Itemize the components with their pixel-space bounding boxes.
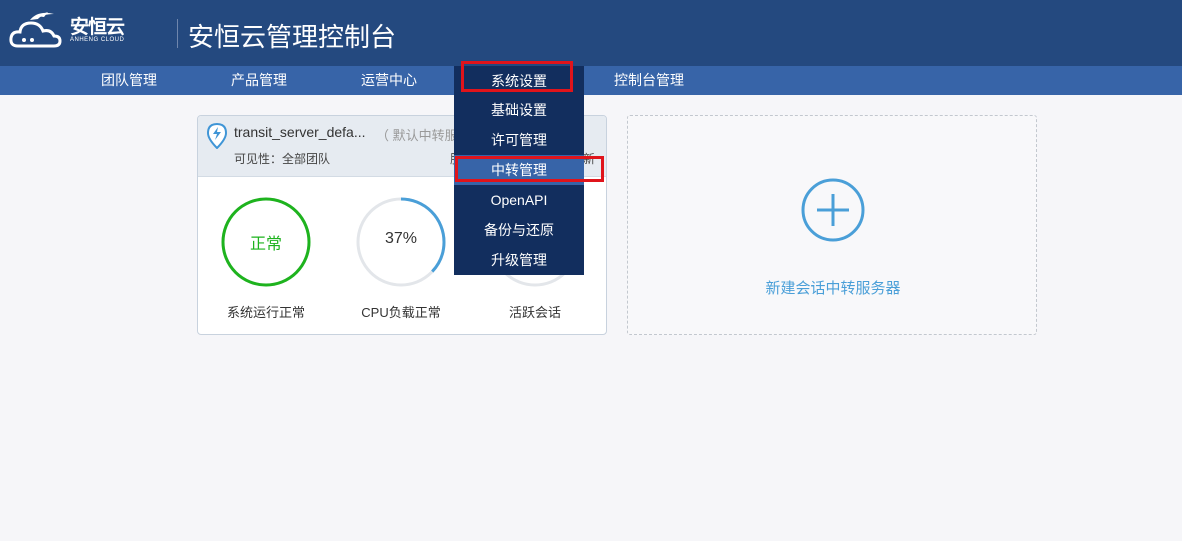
menu-item-openapi[interactable]: OpenAPI <box>454 185 584 215</box>
add-server-label[interactable]: 新建会话中转服务器 <box>628 277 1038 298</box>
system-status-value: 正常 <box>249 236 282 253</box>
location-pin-icon <box>207 123 227 149</box>
top-header: 安恒云 ANHENG CLOUD 安恒云管理控制台 <box>0 0 1182 66</box>
logo-subtext: ANHENG CLOUD <box>70 37 125 43</box>
cpu-load-label: CPU负载正常 <box>361 305 441 320</box>
system-status-label: 系统运行正常 <box>226 305 305 320</box>
nav-item-operations[interactable]: 运营中心 <box>361 66 417 95</box>
highlight-box-system-settings <box>461 61 573 92</box>
logo-text: 安恒云 <box>70 17 125 38</box>
nav-item-console[interactable]: 控制台管理 <box>614 66 684 95</box>
visibility-text: 可见性：全部团队 <box>234 152 331 166</box>
default-server-tag: （ 默认中转服 <box>376 128 458 143</box>
cpu-load-value: 37% <box>384 230 418 247</box>
nav-item-products[interactable]: 产品管理 <box>231 66 287 95</box>
cloud-logo-icon <box>9 12 62 48</box>
nav-item-team[interactable]: 团队管理 <box>101 66 157 95</box>
menu-item-license[interactable]: 许可管理 <box>454 125 584 155</box>
menu-item-upgrade[interactable]: 升级管理 <box>454 245 584 275</box>
plus-circle-icon[interactable] <box>800 177 866 243</box>
header-divider <box>177 19 178 48</box>
menu-item-backup-restore[interactable]: 备份与还原 <box>454 215 584 245</box>
main-nav: 团队管理 产品管理 运营中心 控制台管理 <box>0 66 1182 95</box>
server-name: transit_server_defa... <box>234 124 366 140</box>
highlight-box-transit-management <box>455 156 604 182</box>
active-sessions-label: 活跃会话 <box>508 305 561 320</box>
menu-item-basic-settings[interactable]: 基础设置 <box>454 95 584 125</box>
add-server-card[interactable]: 新建会话中转服务器 <box>627 115 1037 335</box>
app-title: 安恒云管理控制台 <box>188 22 397 52</box>
